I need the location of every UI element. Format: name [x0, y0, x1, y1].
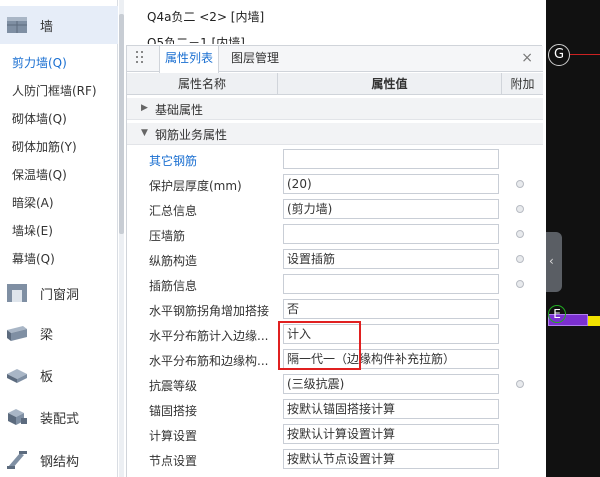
property-value-field[interactable]: 按默认锚固搭接计算 — [283, 399, 499, 419]
attach-radio[interactable] — [516, 380, 524, 388]
property-row: 压墙筋 — [127, 222, 543, 247]
property-value-field[interactable] — [283, 274, 499, 294]
attach-radio[interactable] — [516, 280, 524, 288]
nav-item-insulation-wall[interactable]: 保温墙(Q) — [12, 166, 67, 183]
property-value-field[interactable]: 否 — [283, 299, 499, 319]
nav-category-wall[interactable]: 墙 — [0, 6, 118, 44]
property-value-field[interactable]: (剪力墙) — [283, 199, 499, 219]
component-list-item[interactable]: Q5负二－1 [内墙] — [147, 30, 245, 44]
property-row: 汇总信息 (剪力墙) — [127, 197, 543, 222]
component-list-item[interactable]: Q4a负二 <2> [内墙] — [147, 8, 264, 25]
nav-category-door-window[interactable]: 门窗洞 — [0, 278, 118, 308]
property-row: 插筋信息 — [127, 272, 543, 297]
property-name: 水平分布筋和边缘构... — [149, 354, 269, 368]
property-table-header: 属性名称 属性值 附加 — [127, 73, 543, 95]
panel-tab-bar: 属性列表 图层管理 × — [127, 46, 543, 73]
chevron-right-icon: ▶ — [141, 103, 148, 113]
nav-category-label: 钢结构 — [40, 454, 80, 470]
wall-icon — [4, 12, 30, 38]
nav-item-wall-pier[interactable]: 墙垛(E) — [12, 222, 53, 239]
property-value-field[interactable]: (20) — [283, 174, 499, 194]
prefab-icon — [4, 404, 30, 430]
nav-item-curtain-wall[interactable]: 幕墙(Q) — [12, 250, 55, 267]
beam-icon — [4, 320, 30, 346]
steel-structure-icon — [4, 447, 30, 473]
property-name: 压墙筋 — [149, 229, 186, 243]
property-name[interactable]: 其它钢筋 — [149, 152, 275, 169]
property-row: 保护层厚度(mm) (20) — [127, 172, 543, 197]
property-value-field[interactable]: 按默认节点设置计算 — [283, 449, 499, 469]
property-value-field[interactable]: 按默认计算设置计算 — [283, 424, 499, 444]
property-panel: 属性列表 图层管理 × 属性名称 属性值 附加 ▶ 基础属性 ▼ 钢筋业务属性 … — [126, 45, 543, 477]
close-icon[interactable]: × — [521, 50, 533, 66]
chevron-down-icon: ▼ — [141, 128, 148, 138]
component-nav: 墙 剪力墙(Q) 人防门框墙(RF) 砌体墙(Q) 砌体加筋(Y) 保温墙(Q)… — [0, 0, 118, 477]
nav-item-masonry-rebar[interactable]: 砌体加筋(Y) — [12, 138, 77, 155]
door-window-icon — [4, 280, 30, 306]
group-label: 基础属性 — [155, 103, 204, 117]
chevron-left-icon: ‹ — [549, 254, 554, 268]
nav-category-prefab[interactable]: 装配式 — [0, 402, 118, 432]
property-name: 保护层厚度(mm) — [149, 179, 242, 193]
property-value-field[interactable]: 设置插筋 — [283, 249, 499, 269]
drag-handle-icon[interactable] — [136, 51, 144, 65]
nav-category-beam[interactable]: 梁 — [0, 318, 118, 348]
nav-category-label: 门窗洞 — [40, 287, 80, 303]
nav-scrollbar[interactable] — [119, 0, 124, 477]
nav-item-shear-wall[interactable]: 剪力墙(Q) — [12, 54, 67, 71]
nav-category-slab[interactable]: 板 — [0, 360, 118, 390]
nav-item-civil-defense-wall[interactable]: 人防门框墙(RF) — [12, 82, 97, 99]
wall-element[interactable] — [588, 316, 600, 326]
column-header-name: 属性名称 — [177, 77, 226, 91]
group-basic-properties[interactable]: ▶ 基础属性 — [127, 98, 543, 120]
property-name: 抗震等级 — [149, 379, 198, 393]
property-value-field[interactable] — [283, 149, 499, 169]
nav-category-label: 梁 — [40, 327, 54, 343]
nav-item-hidden-beam[interactable]: 暗梁(A) — [12, 194, 54, 211]
nav-category-label: 装配式 — [40, 411, 80, 427]
property-row: 纵筋构造 设置插筋 — [127, 247, 543, 272]
nav-scroll-thumb[interactable] — [119, 14, 124, 234]
nav-category-label: 墙 — [40, 19, 54, 35]
property-row: 锚固搭接 按默认锚固搭接计算 — [127, 397, 543, 422]
nav-category-steel-structure[interactable]: 钢结构 — [0, 445, 118, 475]
slab-icon — [4, 362, 30, 388]
axis-line — [570, 54, 600, 55]
column-header-add: 附加 — [501, 73, 543, 95]
property-row: 节点设置 按默认节点设置计算 — [127, 447, 543, 472]
axis-label-g: G — [548, 44, 570, 66]
axis-label-e: E — [548, 305, 566, 323]
property-name: 计算设置 — [149, 429, 198, 443]
tab-property-list[interactable]: 属性列表 — [159, 46, 219, 73]
property-name: 锚固搭接 — [149, 404, 198, 418]
property-row: 水平钢筋拐角增加搭接否 — [127, 297, 543, 322]
property-row: 抗震等级 (三级抗震) — [127, 372, 543, 397]
tab-layer-management[interactable]: 图层管理 — [231, 46, 279, 72]
group-rebar-properties[interactable]: ▼ 钢筋业务属性 — [127, 123, 543, 145]
property-row: 计算设置 按默认计算设置计算 — [127, 422, 543, 447]
property-value-field[interactable]: (三级抗震) — [283, 374, 499, 394]
attach-radio[interactable] — [516, 255, 524, 263]
highlight-box — [278, 321, 361, 370]
nav-category-label: 板 — [40, 369, 54, 385]
property-name: 汇总信息 — [149, 204, 198, 218]
attach-radio[interactable] — [516, 205, 524, 213]
attach-radio[interactable] — [516, 180, 524, 188]
property-name: 节点设置 — [149, 454, 198, 468]
nav-item-masonry-wall[interactable]: 砌体墙(Q) — [12, 110, 67, 127]
property-row: 其它钢筋 — [127, 147, 543, 172]
property-name: 水平钢筋拐角增加搭接 — [149, 304, 270, 318]
property-name: 纵筋构造 — [149, 254, 198, 268]
property-value-field[interactable] — [283, 224, 499, 244]
property-name: 水平分布筋计入边缘... — [149, 329, 269, 343]
attach-radio[interactable] — [516, 230, 524, 238]
collapse-panel-button[interactable]: ‹ — [546, 232, 562, 292]
component-list: Q4a负二 <2> [内墙] Q5负二－1 [内墙] — [125, 0, 541, 45]
property-name: 插筋信息 — [149, 279, 198, 293]
column-header-value: 属性值 — [277, 73, 501, 95]
group-label: 钢筋业务属性 — [155, 128, 228, 142]
